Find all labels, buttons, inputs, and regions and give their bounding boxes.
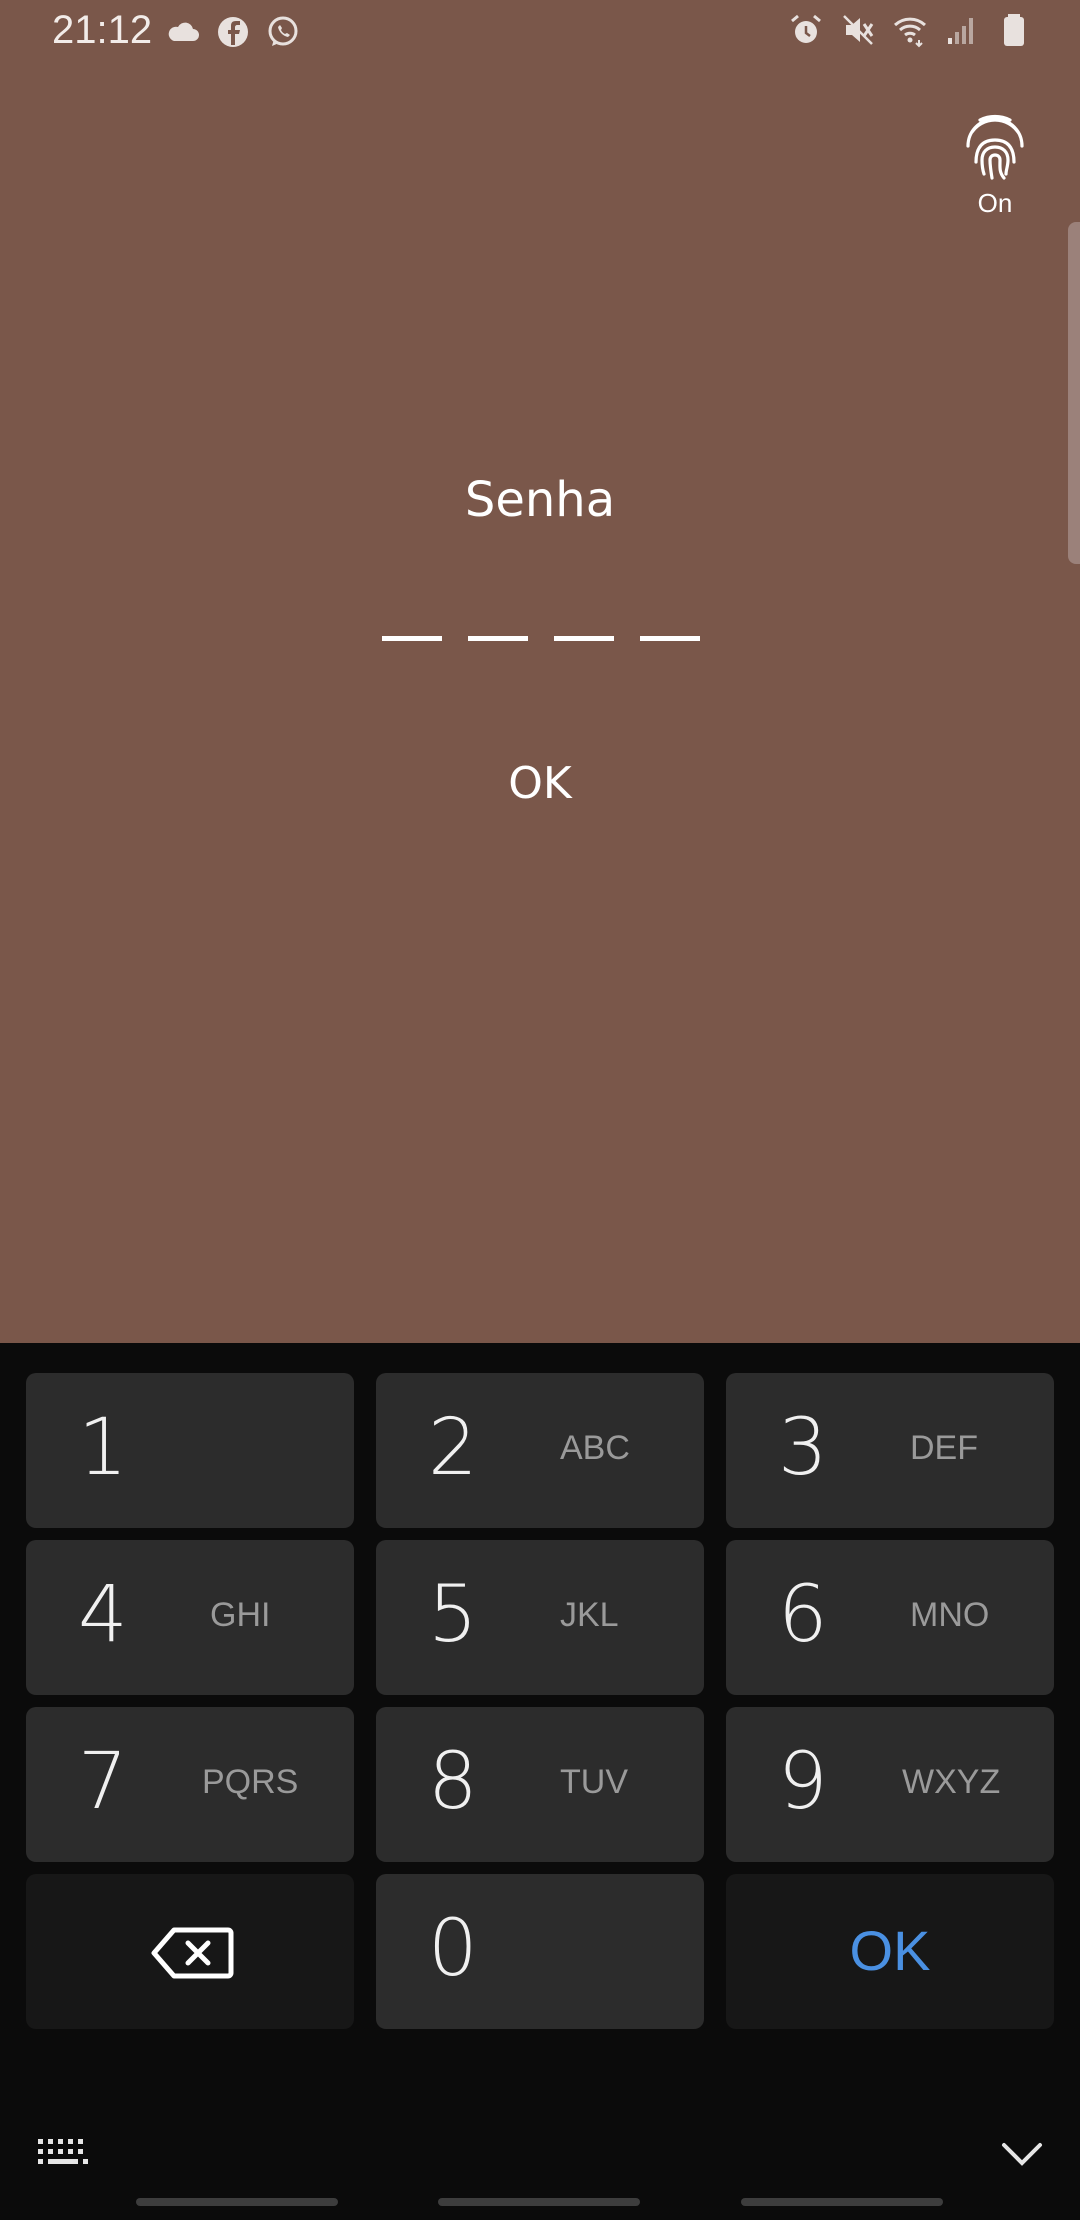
nav-handle-left [136, 2198, 338, 2206]
key-2[interactable]: 2 ABC [376, 1373, 704, 1528]
key-digit: 7 [78, 1737, 128, 1827]
key-letters: WXYZ [902, 1763, 1001, 1801]
key-letters: TUV [560, 1763, 628, 1801]
chevron-down-icon[interactable] [998, 2139, 1046, 2174]
keyboard-icon[interactable] [36, 2135, 92, 2176]
key-letters: MNO [910, 1596, 990, 1634]
facebook-icon [215, 14, 251, 50]
cloud-icon [165, 14, 201, 50]
page-title: Senha [464, 472, 616, 528]
fingerprint-icon [960, 112, 1030, 184]
key-digit: 1 [78, 1403, 128, 1493]
key-4[interactable]: 4 GHI [26, 1540, 354, 1695]
status-bar: 21:12 [0, 0, 1080, 64]
status-time: 21:12 [52, 8, 153, 52]
mute-icon [840, 12, 876, 48]
numeric-keyboard: 1 2 ABC 3 DEF 4 GHI 5 JKL 6 MNO 7 PQRS 8… [0, 1343, 1080, 2220]
keyboard-ok-button[interactable]: OK [726, 1874, 1054, 2029]
key-letters: JKL [560, 1596, 619, 1634]
whatsapp-icon [265, 14, 301, 50]
fingerprint-toggle[interactable]: On [960, 112, 1030, 219]
key-5[interactable]: 5 JKL [376, 1540, 704, 1695]
nav-handle-center [438, 2198, 640, 2206]
alarm-icon [788, 12, 824, 48]
pin-slot [382, 636, 442, 641]
key-letters: PQRS [202, 1763, 299, 1801]
backspace-icon [150, 1926, 234, 1985]
ok-button[interactable]: OK [0, 758, 1080, 809]
backspace-key[interactable] [26, 1874, 354, 2029]
wifi-icon [892, 12, 928, 48]
fingerprint-label: On [977, 188, 1013, 218]
keyboard-ok-label: OK [849, 1919, 931, 1982]
key-1[interactable]: 1 [26, 1373, 354, 1528]
battery-icon [996, 12, 1032, 48]
nav-handle-right [741, 2198, 943, 2206]
key-digit: 2 [428, 1403, 478, 1493]
key-3[interactable]: 3 DEF [726, 1373, 1054, 1528]
pin-slot [640, 636, 700, 641]
key-digit: 3 [778, 1403, 828, 1493]
key-letters: DEF [910, 1429, 978, 1467]
pin-slot [554, 636, 614, 641]
key-9[interactable]: 9 WXYZ [726, 1707, 1054, 1862]
pin-slot [468, 636, 528, 641]
signal-icon [944, 12, 980, 48]
key-0[interactable]: 0 [376, 1874, 704, 2029]
pin-input[interactable] [382, 636, 700, 641]
key-digit: 9 [778, 1737, 828, 1827]
key-digit: 5 [428, 1570, 478, 1660]
key-digit: 6 [778, 1570, 828, 1660]
key-6[interactable]: 6 MNO [726, 1540, 1054, 1695]
key-digit: 0 [428, 1904, 478, 1994]
key-8[interactable]: 8 TUV [376, 1707, 704, 1862]
key-letters: GHI [210, 1596, 271, 1634]
key-7[interactable]: 7 PQRS [26, 1707, 354, 1862]
key-digit: 8 [428, 1737, 478, 1827]
key-letters: ABC [560, 1429, 630, 1467]
key-digit: 4 [78, 1570, 128, 1660]
